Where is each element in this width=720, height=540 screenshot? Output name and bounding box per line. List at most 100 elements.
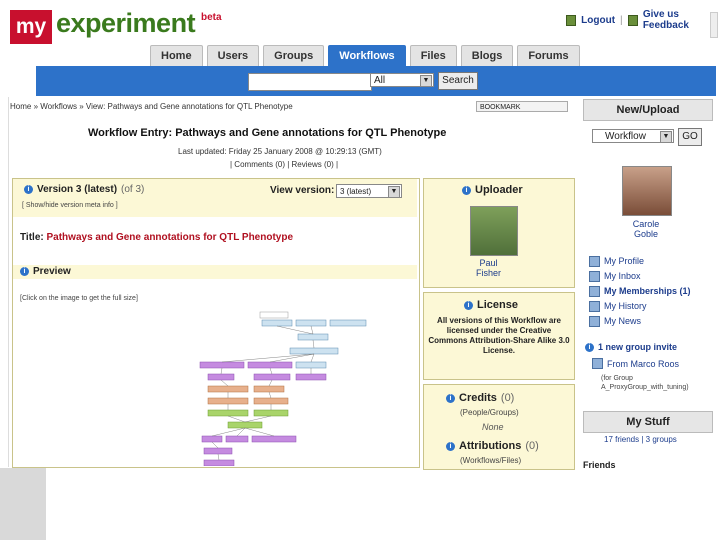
new-upload-value: Workflow [605, 131, 646, 142]
tab-forums[interactable]: Forums [517, 45, 580, 66]
uploader-heading: i Uploader [462, 184, 523, 196]
my-profile-link[interactable]: My Profile [589, 254, 691, 269]
tab-home[interactable]: Home [150, 45, 203, 66]
last-updated: Last updated: Friday 25 January 2008 @ 1… [178, 147, 382, 156]
view-version-select[interactable]: 3 (latest) ▼ [336, 184, 402, 198]
memberships-icon [589, 286, 600, 297]
workflow-diagram-image[interactable] [198, 310, 374, 466]
credits-sub: (People/Groups) [460, 408, 519, 417]
scrollbar[interactable] [710, 12, 718, 38]
tab-groups[interactable]: Groups [263, 45, 325, 66]
top-separator: | [620, 14, 623, 26]
license-heading-text: License [477, 299, 518, 311]
attributions-heading: i Attributions (0) [446, 440, 539, 452]
my-memberships-label: My Memberships (1) [604, 286, 691, 296]
background-strip [0, 468, 46, 540]
credits-heading: i Credits (0) [446, 392, 514, 404]
user-avatar[interactable] [622, 166, 672, 216]
show-meta-link[interactable]: [ Show/hide version meta info ] [22, 202, 118, 209]
go-button[interactable]: GO [678, 128, 702, 146]
credits-heading-text: Credits [459, 392, 497, 404]
invite-group: (for Group A_ProxyGroup_with_tuning) [601, 375, 689, 391]
invite-from-label: From Marco Roos [607, 358, 680, 369]
chevron-down-icon: ▼ [420, 75, 432, 87]
user-last-name: Goble [633, 229, 659, 239]
history-icon [589, 301, 600, 312]
version-text: Version 3 (latest) [37, 184, 118, 195]
inbox-icon [589, 271, 600, 282]
my-news-link[interactable]: My News [589, 314, 691, 329]
my-news-label: My News [604, 316, 642, 326]
tab-blogs[interactable]: Blogs [460, 45, 514, 66]
user-name[interactable]: Carole Goble [626, 219, 666, 239]
license-heading: i License [464, 299, 518, 311]
message-icon [592, 358, 603, 369]
preview-text: Preview [33, 266, 71, 277]
logout-icon [566, 14, 577, 26]
view-version-value: 3 (latest) [340, 187, 372, 196]
my-inbox-link[interactable]: My Inbox [589, 269, 691, 284]
bookmark-button[interactable]: BOOKMARK [476, 101, 568, 112]
license-text: All versions of this Workflow are licens… [428, 316, 570, 355]
uploader-avatar[interactable] [470, 206, 518, 256]
uploader-heading-text: Uploader [475, 184, 523, 196]
info-icon: i [24, 185, 33, 194]
group-invite[interactable]: i 1 new group invite [585, 342, 677, 352]
my-stuff-heading: My Stuff [583, 411, 713, 433]
search-scope-select[interactable]: All ▼ [370, 73, 434, 87]
logout-link[interactable]: Logout [581, 15, 615, 26]
invite-from[interactable]: From Marco Roos [592, 358, 679, 369]
tab-workflows[interactable]: Workflows [328, 45, 406, 66]
uploader-name[interactable]: Paul Fisher [476, 258, 501, 278]
feedback-link[interactable]: Give us Feedback [643, 9, 720, 31]
comments-reviews-links[interactable]: | Comments (0) | Reviews (0) | [230, 160, 338, 169]
preview-header-bar [13, 265, 417, 279]
preview-note: [Click on the image to get the full size… [20, 295, 138, 302]
logo-my[interactable]: my [10, 10, 52, 44]
attributions-count: (0) [525, 440, 539, 452]
info-icon: i [446, 393, 455, 403]
feedback-icon [627, 14, 638, 26]
my-profile-label: My Profile [604, 256, 645, 266]
search-scope-value: All [374, 75, 386, 86]
version-of: (of 3) [121, 184, 145, 195]
info-icon: i [446, 441, 455, 451]
main-nav: Home Users Groups Workflows Files Blogs … [150, 45, 580, 66]
search-button[interactable]: Search [438, 72, 478, 90]
breadcrumb[interactable]: Home » Workflows » View: Pathways and Ge… [10, 102, 293, 111]
view-version-label: View version: [270, 185, 335, 196]
search-input[interactable] [248, 73, 372, 91]
new-upload-select[interactable]: Workflow ▼ [592, 129, 674, 143]
title-key: Title: [20, 232, 44, 243]
uploader-last-name: Fisher [476, 268, 502, 278]
new-upload-heading: New/Upload [583, 99, 713, 121]
news-icon [589, 316, 600, 327]
credits-count: (0) [500, 392, 515, 404]
top-links: Logout | Give us Feedback [566, 9, 720, 31]
tab-users[interactable]: Users [206, 45, 260, 66]
info-icon: i [462, 185, 471, 195]
logo-beta: beta [201, 12, 222, 23]
profile-icon [589, 256, 600, 267]
user-links: My Profile My Inbox My Memberships (1) M… [589, 254, 691, 329]
chevron-down-icon: ▼ [660, 131, 672, 143]
logo-experiment[interactable]: experiment [56, 8, 196, 39]
user-first-name: Carole [632, 219, 660, 229]
preview-heading: i Preview [20, 266, 71, 277]
attributions-sub: (Workflows/Files) [460, 456, 522, 465]
my-history-link[interactable]: My History [589, 299, 691, 314]
attributions-heading-text: Attributions [459, 440, 522, 452]
friends-heading: Friends [583, 460, 616, 470]
info-icon: i [464, 300, 473, 310]
tab-files[interactable]: Files [409, 45, 457, 66]
credits-none: None [482, 422, 504, 432]
my-stuff-summary[interactable]: 17 friends | 3 groups [604, 435, 677, 444]
chevron-down-icon: ▼ [388, 186, 400, 198]
title-value: Pathways and Gene annotations for QTL Ph… [46, 232, 294, 243]
my-inbox-label: My Inbox [604, 271, 641, 281]
my-history-label: My History [604, 301, 647, 311]
my-memberships-link[interactable]: My Memberships (1) [589, 284, 691, 299]
page-title: Workflow Entry: Pathways and Gene annota… [88, 127, 447, 139]
version-label: i Version 3 (latest) (of 3) [24, 184, 144, 195]
uploader-first-name: Paul [479, 258, 498, 268]
